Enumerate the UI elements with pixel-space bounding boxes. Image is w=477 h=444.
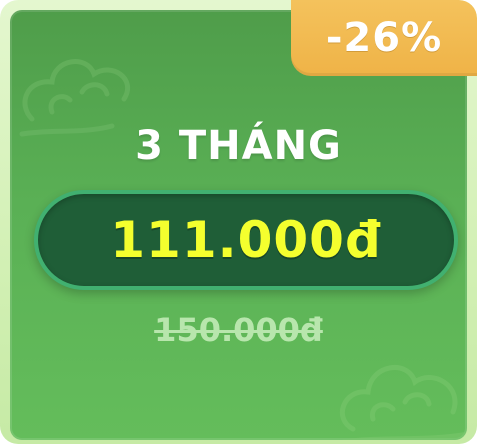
subscription-plan-card[interactable]: 3 THÁNG 111.000đ 150.000đ -26% — [0, 0, 477, 444]
plan-duration-title: 3 THÁNG — [135, 123, 342, 169]
discount-badge: -26% — [291, 0, 477, 76]
original-price: 150.000đ — [154, 311, 323, 349]
sale-price: 111.000đ — [110, 211, 382, 269]
discount-label: -26% — [325, 15, 443, 61]
cloud-pattern-icon — [339, 365, 467, 440]
price-pill: 111.000đ — [34, 190, 458, 290]
